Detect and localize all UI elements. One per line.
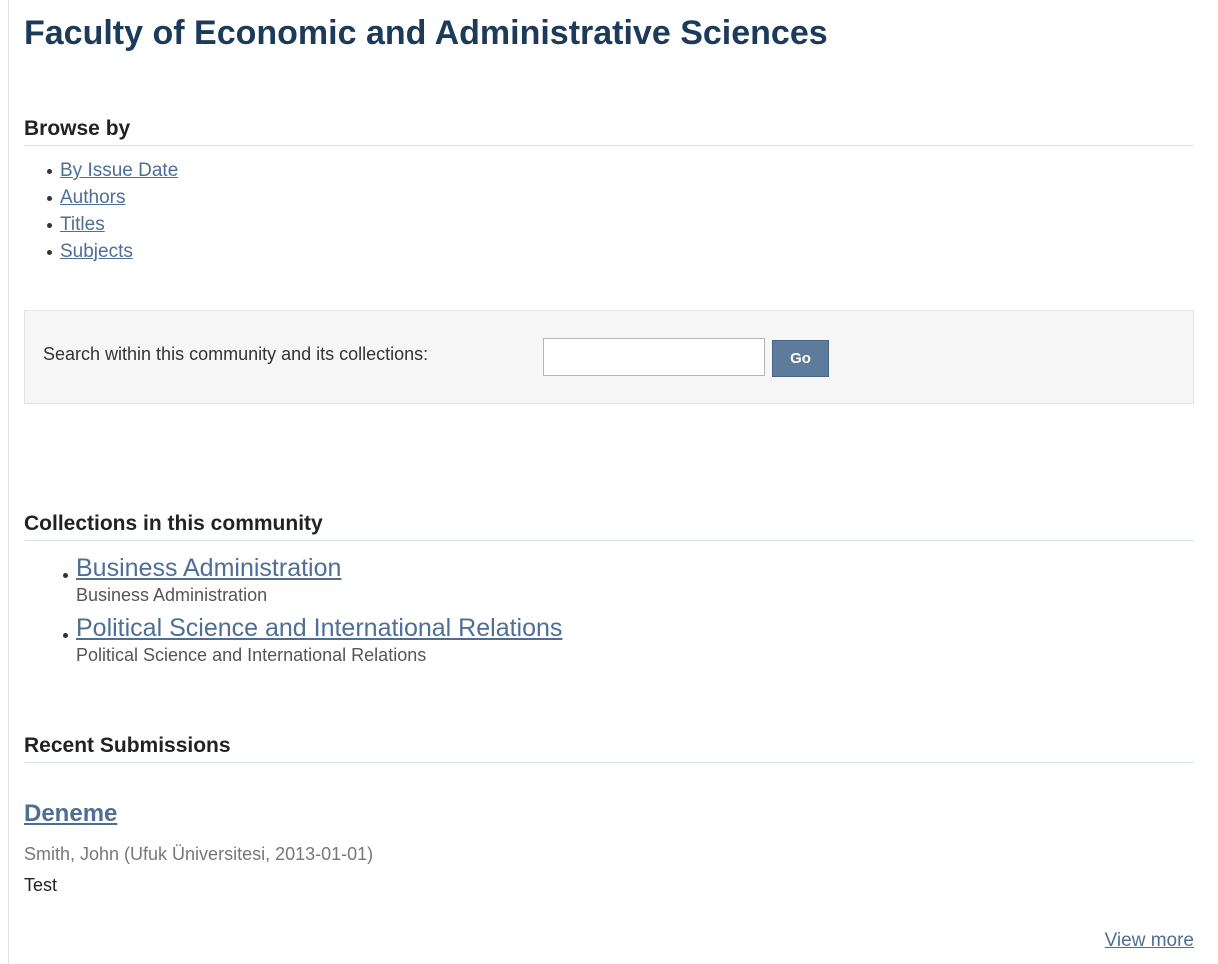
browse-by-titles-link[interactable]: Titles	[60, 214, 105, 235]
search-input[interactable]	[543, 338, 765, 376]
collection-link-political-science[interactable]: Political Science and International Rela…	[76, 613, 562, 643]
main-content-panel: Faculty of Economic and Administrative S…	[8, 0, 1218, 964]
search-label: Search within this community and its col…	[43, 344, 429, 364]
collection-description: Political Science and International Rela…	[76, 645, 427, 665]
browse-by-issue-date-link[interactable]: By Issue Date	[60, 160, 178, 181]
view-more-link[interactable]: View more	[1105, 930, 1194, 952]
submission-abstract: Test	[24, 875, 58, 895]
collections-heading: Collections in this community	[24, 512, 1194, 541]
community-search-box: Search within this community and its col…	[24, 310, 1194, 404]
browse-by-heading: Browse by	[24, 117, 1194, 146]
browse-item-subjects: Subjects	[46, 238, 178, 265]
browse-by-authors-link[interactable]: Authors	[60, 187, 125, 208]
browse-item-issue-date: By Issue Date	[46, 157, 178, 184]
page-title: Faculty of Economic and Administrative S…	[24, 14, 828, 52]
browse-by-subjects-link[interactable]: Subjects	[60, 241, 133, 262]
collections-list: Business Administration Business Adminis…	[62, 553, 562, 673]
submission-author-publisher-date: Smith, John (Ufuk Üniversitesi, 2013-01-…	[24, 844, 374, 864]
recent-submissions-heading: Recent Submissions	[24, 734, 1194, 763]
collection-description: Business Administration	[76, 585, 268, 605]
collection-item: Business Administration Business Adminis…	[62, 553, 562, 607]
browse-item-authors: Authors	[46, 184, 178, 211]
browse-item-titles: Titles	[46, 211, 178, 238]
submission-title-link[interactable]: Deneme	[24, 800, 117, 828]
collection-link-business-administration[interactable]: Business Administration	[76, 553, 562, 583]
browse-by-list: By Issue Date Authors Titles Subjects	[46, 157, 178, 265]
collection-item: Political Science and International Rela…	[62, 613, 562, 667]
go-button[interactable]: Go	[772, 340, 829, 377]
